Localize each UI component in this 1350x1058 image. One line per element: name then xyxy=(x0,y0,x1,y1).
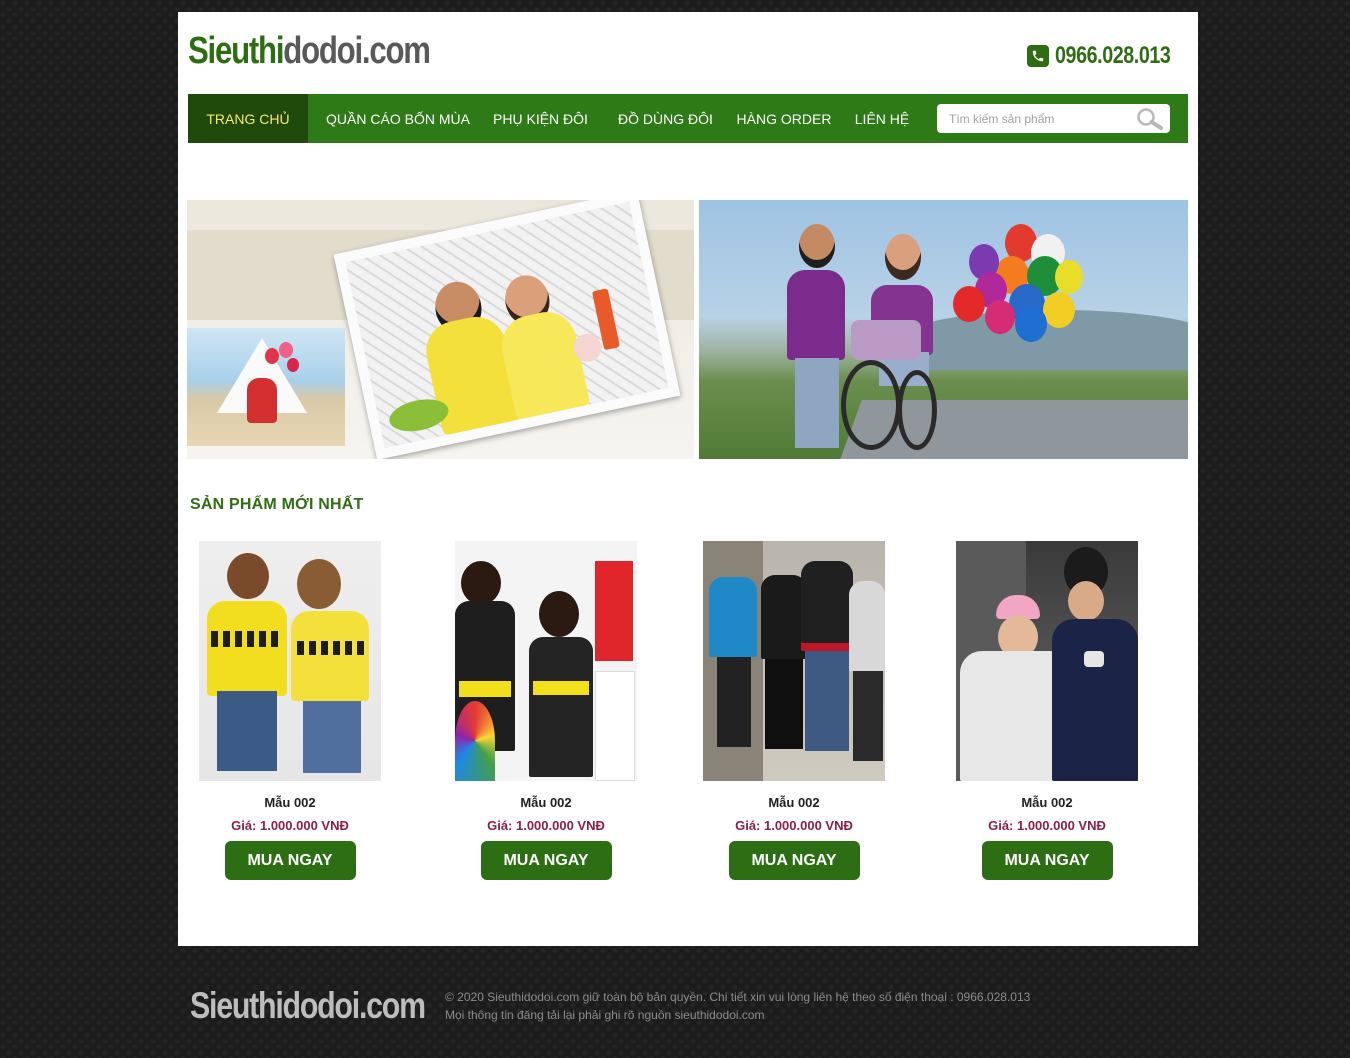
search-button[interactable] xyxy=(1130,104,1170,133)
product-price: Giá: 1.000.000 VNĐ xyxy=(735,818,853,833)
nav-item-clothes[interactable]: QUẦN CÁO BỐN MÙA xyxy=(308,94,488,143)
product-name[interactable]: Mẫu 002 xyxy=(703,795,885,810)
site-logo[interactable]: Sieuthidodoi.com xyxy=(188,30,431,73)
footer-line-1: © 2020 Sieuthidodoi.com giữ toàn bộ bản … xyxy=(445,990,1031,1004)
nav-item-order[interactable]: HÀNG ORDER xyxy=(737,94,832,143)
product-name[interactable]: Mẫu 002 xyxy=(455,795,637,810)
buy-now-button[interactable]: MUA NGAY xyxy=(981,841,1113,880)
product-list: Mẫu 002 Giá: 1.000.000 VNĐ MUA NGAY Mẫu … xyxy=(178,541,1198,886)
product-card: Mẫu 002 Giá: 1.000.000 VNĐ MUA NGAY xyxy=(703,541,885,880)
logo-part-green: Sieuthi xyxy=(188,30,285,72)
product-image[interactable] xyxy=(455,541,637,781)
buy-now-button[interactable]: MUA NGAY xyxy=(480,841,612,880)
hero-banner[interactable] xyxy=(187,200,1188,459)
product-image[interactable] xyxy=(703,541,885,781)
product-card: Mẫu 002 Giá: 1.000.000 VNĐ MUA NGAY xyxy=(455,541,637,880)
footer-logo[interactable]: Sieuthidodoi.com xyxy=(190,985,426,1027)
product-name[interactable]: Mẫu 002 xyxy=(956,795,1138,810)
footer-line-2: Mọi thông tin đăng tải lại phải ghi rõ n… xyxy=(445,1008,765,1022)
nav-item-home[interactable]: TRANG CHỦ xyxy=(188,94,308,143)
product-card: Mẫu 002 Giá: 1.000.000 VNĐ MUA NGAY xyxy=(956,541,1138,880)
product-price: Giá: 1.000.000 VNĐ xyxy=(988,818,1106,833)
phone-number: 0966.028.013 xyxy=(1055,42,1171,69)
product-name[interactable]: Mẫu 002 xyxy=(199,795,381,810)
main-container: Sieuthidodoi.com 0966.028.013 TRANG CHỦ … xyxy=(178,12,1198,946)
nav-item-couple-items[interactable]: ĐỒ DÙNG ĐÔI xyxy=(593,94,738,143)
search-box xyxy=(937,104,1170,133)
section-title-new-products: SẢN PHẨM MỚI NHẤT xyxy=(190,496,364,513)
footer-copyright: © 2020 Sieuthidodoi.com giữ toàn bộ bản … xyxy=(445,988,1030,1024)
main-nav: TRANG CHỦ QUẦN CÁO BỐN MÙA PHỤ KIỆN ĐÔI … xyxy=(188,94,1188,143)
logo-part-gray: dodoi.com xyxy=(283,30,431,72)
product-card: Mẫu 002 Giá: 1.000.000 VNĐ MUA NGAY xyxy=(199,541,381,880)
phone-icon xyxy=(1027,45,1050,67)
product-price: Giá: 1.000.000 VNĐ xyxy=(231,818,349,833)
nav-item-contact[interactable]: LIÊN HỆ xyxy=(830,94,934,143)
product-image[interactable] xyxy=(956,541,1138,781)
product-image[interactable] xyxy=(199,541,381,781)
buy-now-button[interactable]: MUA NGAY xyxy=(224,841,356,880)
nav-item-accessories[interactable]: PHỤ KIỆN ĐÔI xyxy=(488,94,593,143)
search-input[interactable] xyxy=(937,104,1130,133)
banner-image-right xyxy=(699,200,1188,459)
hotline[interactable]: 0966.028.013 xyxy=(1027,42,1172,70)
banner-image-left xyxy=(187,200,694,459)
search-icon xyxy=(1137,107,1163,130)
buy-now-button[interactable]: MUA NGAY xyxy=(728,841,860,880)
product-price: Giá: 1.000.000 VNĐ xyxy=(487,818,605,833)
